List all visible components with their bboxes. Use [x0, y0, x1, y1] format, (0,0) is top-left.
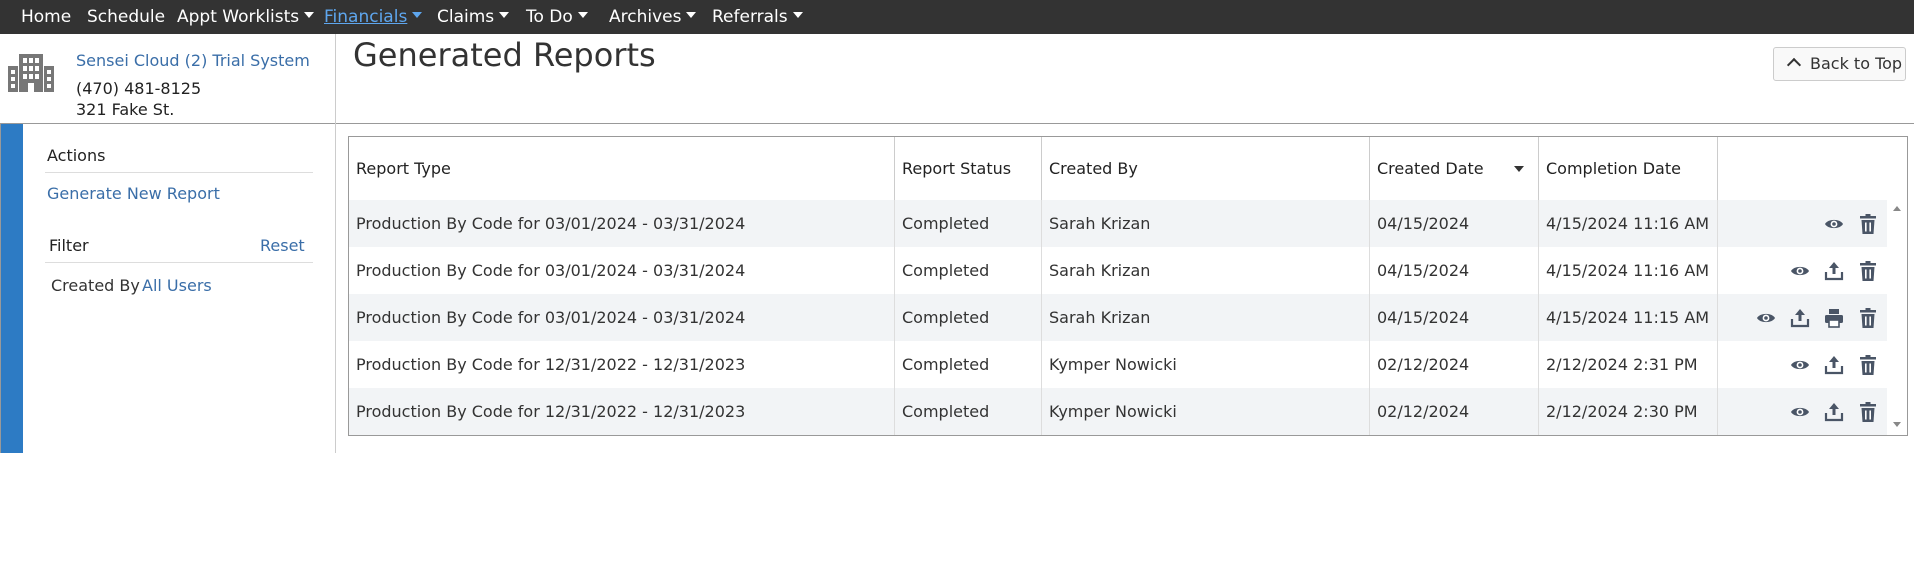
nav-to-do[interactable]: To Do — [526, 0, 588, 34]
eye-icon[interactable] — [1789, 260, 1811, 282]
cell-report-status: Completed — [895, 294, 1042, 341]
cell-report-status: Completed — [895, 200, 1042, 247]
eye-icon[interactable] — [1789, 354, 1811, 376]
cell-report-status: Completed — [895, 247, 1042, 294]
table-row[interactable]: Production By Code for 12/31/2022 - 12/3… — [349, 341, 1887, 389]
trash-icon[interactable] — [1857, 401, 1879, 423]
reports-table: Report Type Report Status Created By Cre… — [348, 136, 1908, 436]
eye-icon[interactable] — [1789, 401, 1811, 423]
cell-completion-date: 2/12/2024 2:31 PM — [1539, 341, 1718, 388]
filter-heading: Filter — [49, 236, 89, 255]
cell-report-type: Production By Code for 12/31/2022 - 12/3… — [349, 341, 895, 388]
sidebar-collapse-strip[interactable] — [1, 124, 23, 576]
export-icon[interactable] — [1823, 260, 1845, 282]
eye-icon[interactable] — [1823, 213, 1845, 235]
chevron-left-icon — [4, 563, 17, 576]
nav-archives[interactable]: Archives — [609, 0, 697, 34]
table-row[interactable]: Production By Code for 03/01/2024 - 03/3… — [349, 247, 1887, 295]
reset-filter-link[interactable]: Reset — [260, 236, 305, 255]
caret-down-icon — [792, 12, 803, 18]
chevron-up-icon — [1786, 57, 1802, 73]
col-created-by[interactable]: Created By — [1042, 137, 1370, 200]
cell-created-date: 04/15/2024 — [1370, 294, 1539, 341]
table-header: Report Type Report Status Created By Cre… — [349, 137, 1907, 201]
nav-appt-worklists[interactable]: Appt Worklists — [177, 0, 315, 34]
eye-icon[interactable] — [1755, 307, 1777, 329]
cell-report-type: Production By Code for 12/31/2022 - 12/3… — [349, 388, 895, 435]
table-row[interactable]: Production By Code for 03/01/2024 - 03/3… — [349, 200, 1887, 248]
trash-icon[interactable] — [1857, 307, 1879, 329]
caret-down-icon — [577, 12, 588, 18]
col-report-status[interactable]: Report Status — [895, 137, 1042, 200]
actions-heading: Actions — [47, 146, 106, 165]
practice-address: 321 Fake St. — [76, 100, 175, 119]
export-icon[interactable] — [1823, 401, 1845, 423]
cell-completion-date: 4/15/2024 11:15 AM — [1539, 294, 1718, 341]
cell-created-date: 04/15/2024 — [1370, 247, 1539, 294]
scroll-down-icon[interactable] — [1893, 422, 1901, 427]
nav-financials[interactable]: Financials — [324, 0, 423, 34]
trash-icon[interactable] — [1857, 354, 1879, 376]
cell-completion-date: 2/12/2024 2:30 PM — [1539, 388, 1718, 435]
cell-created-by: Sarah Krizan — [1042, 200, 1370, 247]
caret-down-icon — [304, 12, 315, 18]
back-to-top-button[interactable]: Back to Top — [1773, 47, 1906, 81]
divider — [45, 262, 313, 263]
created-by-filter-value[interactable]: All Users — [142, 276, 212, 295]
generate-new-report-link[interactable]: Generate New Report — [47, 184, 220, 203]
export-icon[interactable] — [1789, 307, 1811, 329]
export-icon[interactable] — [1823, 354, 1845, 376]
scroll-up-icon[interactable] — [1893, 206, 1901, 211]
practice-name-link[interactable]: Sensei Cloud (2) Trial System — [76, 51, 310, 70]
nav-schedule[interactable]: Schedule — [87, 0, 165, 34]
header-divider — [0, 123, 1914, 124]
page-title: Generated Reports — [353, 36, 656, 74]
sort-desc-icon — [1514, 166, 1524, 172]
table-row[interactable]: Production By Code for 03/01/2024 - 03/3… — [349, 294, 1887, 342]
printer-icon[interactable] — [1823, 307, 1845, 329]
scrollbar[interactable] — [1887, 200, 1907, 435]
practice-phone: (470) 481-8125 — [76, 79, 202, 98]
nav-home[interactable]: Home — [21, 0, 71, 34]
cell-completion-date: 4/15/2024 11:16 AM — [1539, 200, 1718, 247]
table-row[interactable]: Production By Code for 12/31/2022 - 12/3… — [349, 388, 1887, 435]
caret-down-icon — [686, 12, 697, 18]
nav-claims[interactable]: Claims — [437, 0, 510, 34]
cell-created-by: Kymper Nowicki — [1042, 388, 1370, 435]
top-nav-bar: Home Schedule Appt Worklists Financials … — [0, 0, 1914, 34]
cell-created-by: Sarah Krizan — [1042, 247, 1370, 294]
trash-icon[interactable] — [1857, 213, 1879, 235]
cell-created-date: 04/15/2024 — [1370, 200, 1539, 247]
col-actions — [1718, 137, 1907, 200]
divider — [45, 172, 313, 173]
created-by-filter-label: Created By — [51, 276, 140, 295]
cell-completion-date: 4/15/2024 11:16 AM — [1539, 247, 1718, 294]
col-report-type[interactable]: Report Type — [349, 137, 895, 200]
building-icon — [8, 54, 54, 92]
trash-icon[interactable] — [1857, 260, 1879, 282]
nav-referrals[interactable]: Referrals — [712, 0, 803, 34]
cell-created-by: Kymper Nowicki — [1042, 341, 1370, 388]
col-created-date[interactable]: Created Date — [1370, 137, 1539, 200]
sidebar-divider — [335, 123, 336, 453]
cell-report-type: Production By Code for 03/01/2024 - 03/3… — [349, 294, 895, 341]
cell-created-date: 02/12/2024 — [1370, 388, 1539, 435]
caret-down-icon — [499, 12, 510, 18]
caret-down-icon — [412, 12, 423, 18]
cell-report-status: Completed — [895, 341, 1042, 388]
practice-info: Sensei Cloud (2) Trial System (470) 481-… — [0, 34, 336, 123]
cell-created-by: Sarah Krizan — [1042, 294, 1370, 341]
cell-created-date: 02/12/2024 — [1370, 341, 1539, 388]
cell-report-status: Completed — [895, 388, 1042, 435]
col-completion-date[interactable]: Completion Date — [1539, 137, 1718, 200]
cell-report-type: Production By Code for 03/01/2024 - 03/3… — [349, 200, 895, 247]
cell-report-type: Production By Code for 03/01/2024 - 03/3… — [349, 247, 895, 294]
